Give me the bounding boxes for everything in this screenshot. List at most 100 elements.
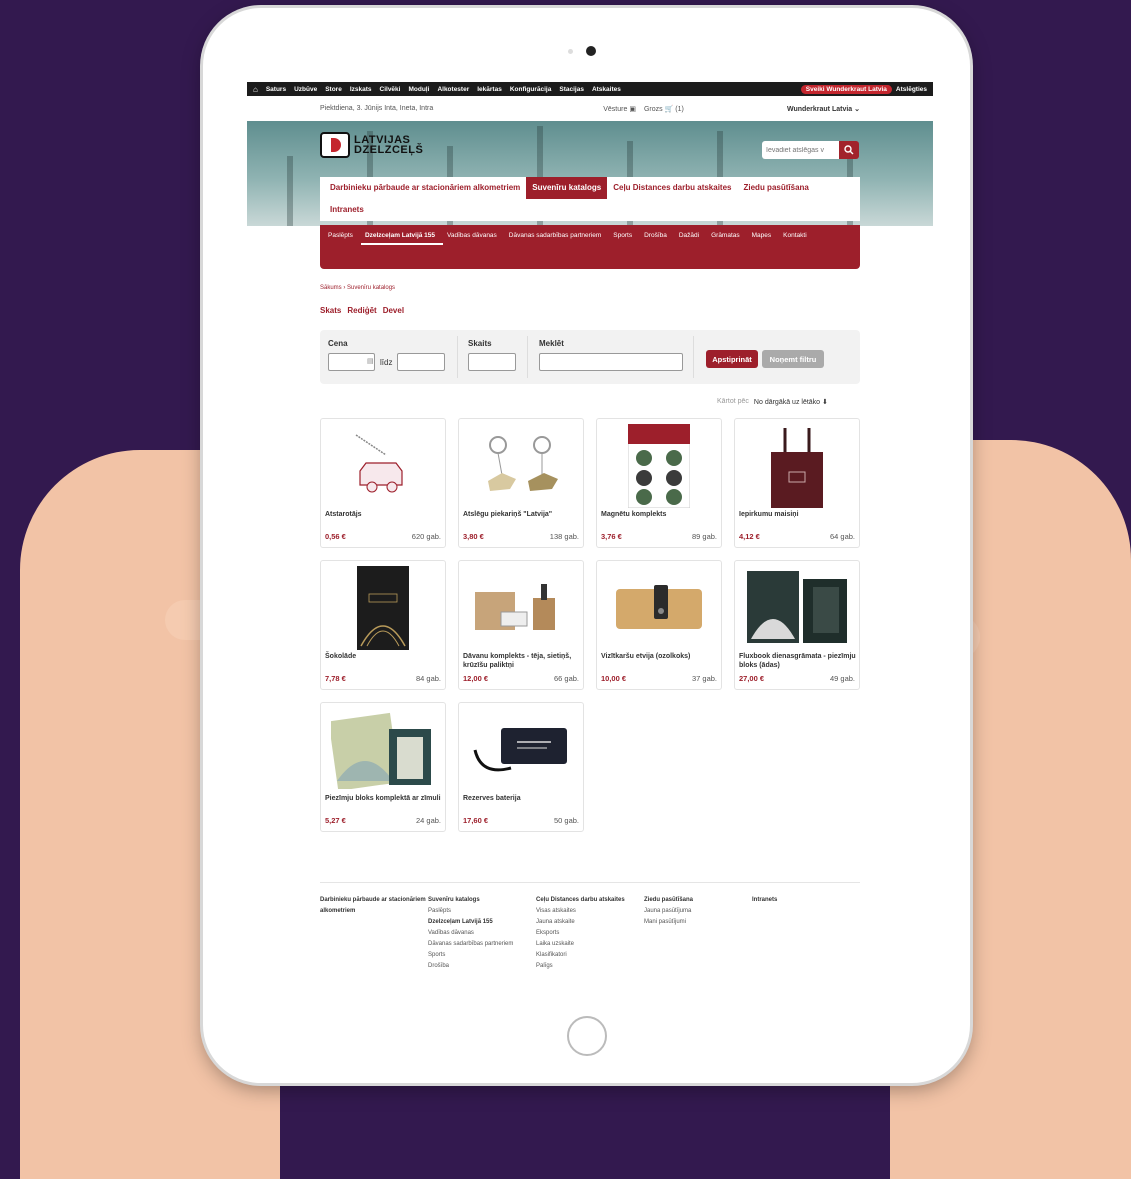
gift-set-image: [475, 584, 555, 630]
admin-toolbar: ⌂ Saturs Uzbūve Store Izskats Cilvēki Mo…: [247, 82, 933, 96]
product-price: 7,78 €: [325, 674, 346, 683]
footer-heading[interactable]: Ceļu Distances darbu atskaites: [536, 895, 644, 906]
admin-menu-item[interactable]: Saturs: [266, 86, 286, 93]
nav-intranets[interactable]: Intranets: [324, 199, 370, 221]
account-dropdown[interactable]: Wunderkraut Latvia ⌄: [787, 105, 860, 113]
category-item[interactable]: Paslēpts: [324, 225, 361, 247]
product-card[interactable]: Atslēgu piekariņš "Latvija" 3,80 € 138 g…: [458, 418, 584, 548]
nav-suveniru-katalogs[interactable]: Suvenīru katalogs: [526, 177, 608, 199]
product-name[interactable]: Vizītkaršu etvija (ozolkoks): [601, 652, 719, 661]
product-card[interactable]: Magnētu komplekts 3,76 € 89 gab.: [596, 418, 722, 548]
category-item[interactable]: Grāmatas: [707, 225, 748, 247]
product-name[interactable]: Piezīmju bloks komplektā ar zīmuli: [325, 794, 443, 803]
product-name[interactable]: Iepirkumu maisiņi: [739, 510, 857, 519]
product-name[interactable]: Dāvanu komplekts - tēja, sietiņš, krūzīš…: [463, 652, 581, 670]
category-item[interactable]: Dažādi: [675, 225, 707, 247]
search-input[interactable]: [762, 141, 839, 159]
clear-filter-button[interactable]: Noņemt filtru: [762, 350, 824, 368]
footer-link[interactable]: Vadības dāvanas: [428, 928, 536, 939]
footer-link[interactable]: Jauna pasūtījuma: [644, 906, 752, 917]
product-card[interactable]: Šokolāde 7,78 € 84 gab.: [320, 560, 446, 690]
logout-link[interactable]: Atslēgties: [896, 86, 927, 93]
fluxbook-image: [747, 571, 847, 643]
footer-link[interactable]: Drošība: [428, 961, 536, 972]
product-name[interactable]: Rezerves baterija: [463, 794, 581, 803]
product-card[interactable]: Dāvanu komplekts - tēja, sietiņš, krūzīš…: [458, 560, 584, 690]
product-price: 10,00 €: [601, 674, 627, 683]
footer-link[interactable]: Klasifikatori: [536, 950, 644, 961]
admin-menu-item[interactable]: Uzbūve: [294, 86, 317, 93]
admin-menu-item[interactable]: Cilvēki: [380, 86, 401, 93]
admin-menu-item[interactable]: Moduļi: [408, 86, 429, 93]
product-card[interactable]: Atstarotājs 0,56 € 620 gab.: [320, 418, 446, 548]
count-input[interactable]: [468, 353, 516, 371]
product-stock: 50 gab.: [553, 816, 579, 825]
product-card[interactable]: Fluxbook dienasgrāmata - piezīmju bloks …: [734, 560, 860, 690]
product-name[interactable]: Magnētu komplekts: [601, 510, 719, 519]
admin-menu-item[interactable]: Store: [325, 86, 342, 93]
cart-link[interactable]: Grozs 🛒 (1): [644, 105, 684, 113]
admin-menu-item[interactable]: Atskaites: [592, 86, 621, 93]
footer-heading[interactable]: Suvenīru katalogs: [428, 895, 536, 906]
product-card[interactable]: Rezerves baterija 17,60 € 50 gab.: [458, 702, 584, 832]
admin-menu-item[interactable]: Iekārtas: [477, 86, 502, 93]
product-name[interactable]: Šokolāde: [325, 652, 443, 661]
top-info-strip: Piektdiena, 3. Jūnijs Inta, Ineta, Intra…: [247, 96, 933, 121]
footer-link[interactable]: Visas atskaites: [536, 906, 644, 917]
product-image: [607, 569, 711, 647]
sort-select[interactable]: No dārgākā uz lētāko ⬇: [754, 398, 828, 406]
tab-view[interactable]: Skats: [320, 306, 341, 315]
category-item[interactable]: Dāvanas sadarbības partneriem: [505, 225, 610, 247]
product-name[interactable]: Atslēgu piekariņš "Latvija": [463, 510, 581, 519]
footer-link[interactable]: Paslēpts: [428, 906, 536, 917]
history-cart-area: Vēsture ▣ Grozs 🛒 (1): [603, 105, 684, 113]
footer-link[interactable]: Laika uzskaite: [536, 939, 644, 950]
product-name[interactable]: Fluxbook dienasgrāmata - piezīmju bloks …: [739, 652, 857, 670]
product-filter: Cena ▤ līdz Skaits Meklēt Apstiprināt No…: [320, 330, 860, 384]
footer-heading[interactable]: Ziedu pasūtīšana: [644, 895, 752, 906]
category-item[interactable]: Kontakti: [779, 225, 815, 247]
history-link[interactable]: Vēsture ▣: [603, 105, 636, 113]
admin-menu-item[interactable]: Konfigurācija: [510, 86, 552, 93]
product-card[interactable]: Vizītkaršu etvija (ozolkoks) 10,00 € 37 …: [596, 560, 722, 690]
footer-link[interactable]: Jauna atskaite: [536, 917, 644, 928]
site-logo[interactable]: LATVIJAS DZELZCEĻŠ: [320, 132, 423, 158]
category-item[interactable]: Mapes: [748, 225, 780, 247]
search-label: Meklēt: [539, 339, 564, 348]
tab-edit[interactable]: Rediģēt: [347, 306, 376, 315]
apply-filter-button[interactable]: Apstiprināt: [706, 350, 758, 368]
footer-heading[interactable]: Intranets: [752, 895, 860, 906]
footer-link[interactable]: Dzelzceļam Latvijā 155: [428, 917, 536, 928]
product-name[interactable]: Atstarotājs: [325, 510, 443, 519]
tab-devel[interactable]: Devel: [383, 306, 404, 315]
footer-link[interactable]: Dāvanas sadarbības partneriem: [428, 939, 536, 950]
product-stock: 24 gab.: [415, 816, 441, 825]
home-icon[interactable]: ⌂: [253, 85, 258, 94]
category-item[interactable]: Sports: [609, 225, 640, 247]
footer-link[interactable]: Eksports: [536, 928, 644, 939]
category-item[interactable]: Drošība: [640, 225, 675, 247]
footer-link[interactable]: Mani pasūtījumi: [644, 917, 752, 928]
tablet-home-button[interactable]: [567, 1016, 607, 1056]
admin-menu-item[interactable]: Izskats: [350, 86, 372, 93]
breadcrumb[interactable]: Sākums › Suvenīru katalogs: [320, 285, 395, 291]
footer-column: Darbinieku pārbaude ar stacionāriem alko…: [320, 895, 428, 972]
nav-ziedu-pasutisana[interactable]: Ziedu pasūtīšana: [738, 177, 815, 199]
price-to-input[interactable]: [397, 353, 445, 371]
nav-alkometri[interactable]: Darbinieku pārbaude ar stacionāriem alko…: [324, 177, 526, 199]
footer-heading[interactable]: Darbinieku pārbaude ar stacionāriem alko…: [320, 895, 428, 917]
filter-search-input[interactable]: [539, 353, 683, 371]
nav-celu-distances[interactable]: Ceļu Distances darbu atskaites: [607, 177, 737, 199]
footer-link[interactable]: Palīgs: [536, 961, 644, 972]
product-image: [331, 566, 435, 650]
admin-menu-item[interactable]: Alkotester: [437, 86, 469, 93]
category-item-active[interactable]: Dzelzceļam Latvijā 155: [360, 225, 444, 245]
product-card[interactable]: Iepirkumu maisiņi 4,12 € 64 gab.: [734, 418, 860, 548]
admin-menu-item[interactable]: Stacijas: [559, 86, 584, 93]
product-card[interactable]: Piezīmju bloks komplektā ar zīmuli 5,27 …: [320, 702, 446, 832]
search-button[interactable]: [839, 141, 859, 159]
reflector-image: [355, 434, 403, 493]
greeting-badge[interactable]: Sveiki Wunderkraut Latvia: [800, 84, 892, 94]
footer-link[interactable]: Sports: [428, 950, 536, 961]
category-item[interactable]: Vadības dāvanas: [443, 225, 505, 247]
